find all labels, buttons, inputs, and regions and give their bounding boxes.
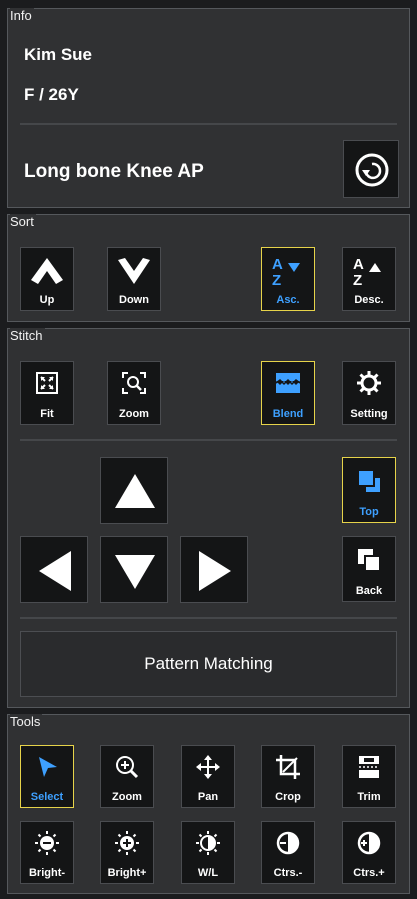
sort-down-button[interactable]: Down [107,247,161,311]
patient-name: Kim Sue [24,45,93,64]
tool-pan-label: Pan [197,791,219,803]
tool-wl-button[interactable]: W/L [181,821,235,884]
zoom-in-icon [116,756,139,779]
brightness-down-icon [35,831,59,855]
zoom-frame-icon [122,372,146,394]
stitch-setting-button[interactable]: Setting [342,361,396,425]
stitch-panel-title: Stitch [10,328,45,343]
stitch-fit-button[interactable]: Fit [20,361,74,425]
info-divider [20,123,397,125]
crop-icon [276,755,300,779]
info-panel: Info Kim Sue F / 26Y Long bone Knee AP [7,8,410,208]
move-right-button[interactable] [180,536,248,603]
window-level-icon [196,831,220,855]
reset-button[interactable] [343,140,399,198]
blend-icon [275,373,301,393]
tools-panel-title: Tools [10,714,43,729]
tool-crop-button[interactable]: Crop [261,745,315,808]
tool-bright-minus-label: Bright- [28,867,66,879]
svg-text:Z: Z [272,272,281,288]
stitch-blend-label: Blend [272,408,304,420]
sort-panel-title: Sort [10,214,36,229]
tool-pan-button[interactable]: Pan [181,745,235,808]
gear-icon [357,371,381,395]
stitch-zoom-button[interactable]: Zoom [107,361,161,425]
protocol-name: Long bone Knee AP [24,161,204,182]
sort-asc-button[interactable]: A Z Asc. [261,247,315,311]
contrast-down-icon [276,831,300,855]
info-panel-title: Info [10,8,34,23]
fit-icon [36,372,58,394]
stitch-setting-label: Setting [350,408,388,420]
tool-wl-label: W/L [197,867,219,879]
chevron-up-icon [31,258,63,284]
move-up-button[interactable] [100,457,168,524]
svg-text:Z: Z [353,272,362,288]
layer-top-label: Top [359,506,379,518]
triangle-right-icon [199,551,231,591]
tool-bright-plus-button[interactable]: Bright+ [100,821,154,884]
tool-select-button[interactable]: Select [20,745,74,808]
move-down-button[interactable] [100,536,168,603]
tool-zoom-label: Zoom [112,791,142,803]
svg-text:A: A [272,256,283,273]
tool-zoom-button[interactable]: Zoom [100,745,154,808]
stitch-fit-label: Fit [40,408,54,420]
sort-desc-label: Desc. [354,294,384,306]
triangle-down-icon [115,555,155,589]
pattern-matching-button[interactable]: Pattern Matching [20,631,397,697]
sort-az-asc-icon: A Z [272,256,300,288]
stitch-panel: Stitch Fit Zoom Blend Setting Top Back P… [7,328,410,708]
tool-ctrs-plus-label: Ctrs.+ [353,867,385,879]
move-arrows-icon [196,755,220,779]
triangle-left-icon [39,551,71,591]
tool-bright-minus-button[interactable]: Bright- [20,821,74,884]
svg-text:A: A [353,256,364,273]
tool-ctrs-minus-label: Ctrs.- [273,867,303,879]
tool-ctrs-plus-button[interactable]: Ctrs.+ [342,821,396,884]
stitch-divider-top [20,439,397,441]
sort-up-button[interactable]: Up [20,247,74,311]
tool-trim-label: Trim [357,791,381,803]
triangle-up-icon [115,474,155,508]
sort-up-label: Up [39,294,55,306]
tool-trim-button[interactable]: Trim [342,745,396,808]
rotate-ccw-icon [355,153,389,187]
tools-panel: Tools Select Zoom Pan Crop Trim Bright- … [7,714,410,894]
sort-desc-button[interactable]: A Z Desc. [342,247,396,311]
tool-ctrs-minus-button[interactable]: Ctrs.- [261,821,315,884]
sort-down-label: Down [119,294,149,306]
contrast-up-icon [357,831,381,855]
sort-asc-label: Asc. [276,294,300,306]
brightness-up-icon [115,831,139,855]
bring-to-front-icon [357,469,380,492]
stitch-blend-button[interactable]: Blend [261,361,315,425]
stitch-divider-bottom [20,617,397,619]
layer-back-button[interactable]: Back [342,536,396,602]
send-to-back-icon [358,549,381,572]
trim-icon [359,756,379,778]
tool-select-label: Select [30,791,64,803]
tool-bright-plus-label: Bright+ [107,867,147,879]
arrow-pointer-icon [39,757,57,777]
stitch-zoom-label: Zoom [119,408,149,420]
tool-crop-label: Crop [275,791,301,803]
move-left-button[interactable] [20,536,88,603]
chevron-down-icon [118,258,150,284]
layer-back-label: Back [355,585,383,597]
sort-panel: Sort Up Down A Z Asc. A Z Desc. [7,214,410,322]
patient-demographics: F / 26Y [24,85,79,104]
layer-top-button[interactable]: Top [342,457,396,523]
sort-az-desc-icon: A Z [353,256,381,288]
